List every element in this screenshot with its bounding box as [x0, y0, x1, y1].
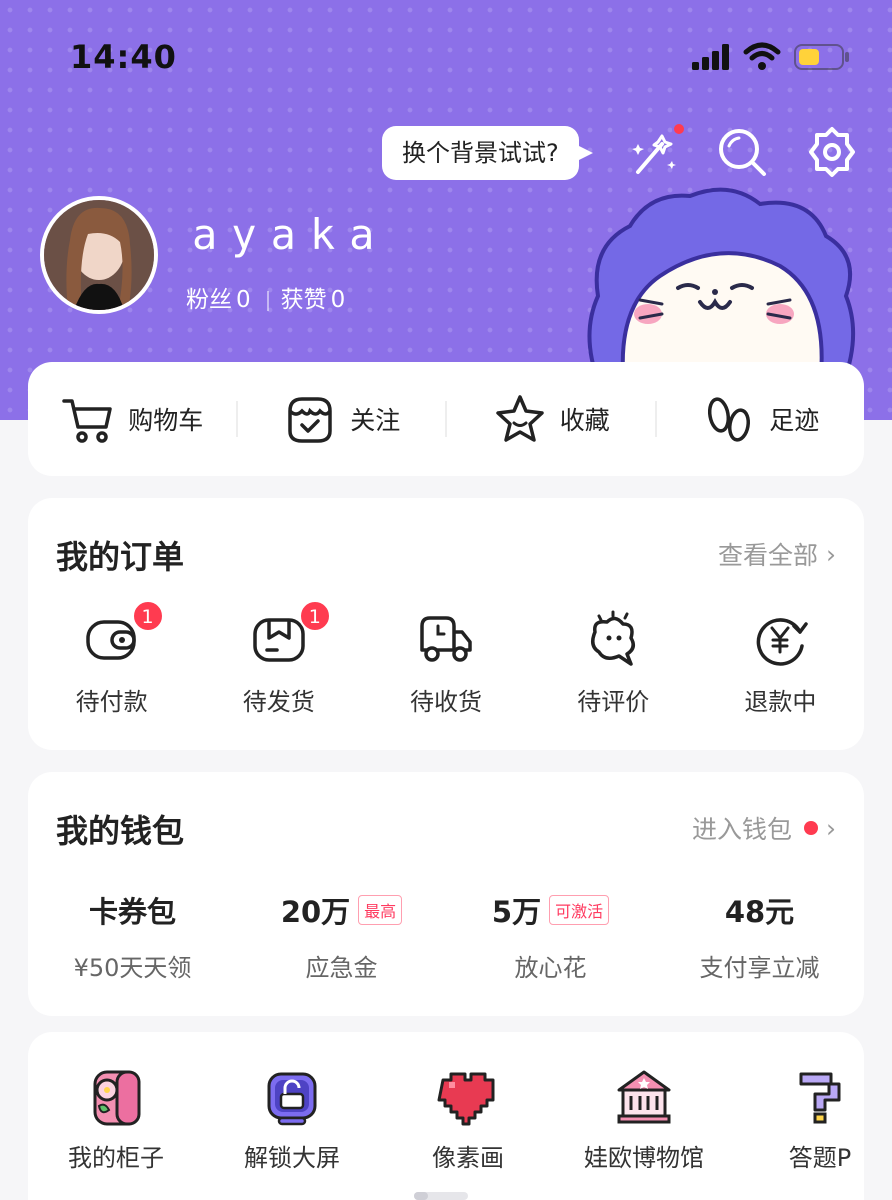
quick-nav-card: 购物车 关注 收藏 足迹 — [28, 362, 864, 476]
wallet-item-credit[interactable]: 5万 可激活 放心花 — [446, 890, 655, 983]
tool-label: 娃欧博物馆 — [584, 1144, 704, 1172]
order-status-label: 待发货 — [242, 688, 315, 716]
mascot-seal-illustration — [587, 187, 856, 386]
tool-label: 像素画 — [432, 1144, 504, 1172]
star-icon — [495, 395, 544, 442]
fans-count[interactable]: 0 — [236, 287, 251, 313]
tool-my-cabinet[interactable]: 我的柜子 — [28, 1066, 204, 1173]
quiz-icon — [799, 1072, 841, 1124]
unlock-screen-icon — [267, 1072, 317, 1126]
order-icon-wrap — [750, 610, 810, 670]
order-icon-wrap — [416, 610, 476, 670]
cabinet-icon — [93, 1070, 141, 1126]
quick-nav-label: 足迹 — [769, 406, 820, 435]
orders-view-all[interactable]: 查看全部 › — [718, 536, 836, 572]
wallet-item-emergency-fund[interactable]: 20万 最高 应急金 — [237, 890, 446, 983]
wallet-label: 支付享立减 — [699, 954, 820, 982]
order-status-label: 待评价 — [577, 688, 650, 716]
wallet-item-coupons[interactable]: 卡券包 ¥50天天领 — [28, 890, 237, 983]
order-status-list: 1 待付款 1 待发货 待收货 待评价 退款中 — [28, 600, 864, 717]
order-icon-wrap — [583, 610, 643, 670]
likes-count[interactable]: 0 — [331, 287, 346, 313]
comment-icon — [591, 610, 636, 666]
username: ayaka — [192, 210, 389, 259]
footprint-icon — [708, 397, 751, 442]
likes-label[interactable]: 获赞 — [281, 287, 327, 313]
chevron-right-icon: › — [826, 813, 836, 843]
quick-nav-favorites[interactable]: 收藏 — [447, 391, 655, 447]
wallet-label: 应急金 — [305, 954, 378, 982]
red-dot — [804, 821, 818, 835]
wallet-value: 5万 — [491, 895, 542, 929]
tool-quiz[interactable]: 答题P — [732, 1066, 864, 1173]
wallet-label: 放心花 — [514, 954, 587, 982]
wallet-item-pay-discount[interactable]: 48元 支付享立减 — [655, 890, 864, 983]
battery-icon — [794, 44, 849, 70]
wallet-value: 20万 — [280, 895, 351, 929]
tool-label: 答题P — [788, 1144, 852, 1172]
orders-title: 我的订单 — [56, 538, 185, 576]
status-time: 14:40 — [70, 38, 177, 76]
wallet-label: ¥50天天领 — [73, 954, 192, 982]
avatar[interactable] — [40, 196, 158, 314]
wallet-value: 卡券包 — [88, 895, 176, 929]
wallet-tag: 最高 — [358, 895, 403, 925]
order-badge: 1 — [298, 600, 331, 632]
view-all-label: 查看全部 — [717, 541, 818, 570]
order-icon-wrap: 1 — [82, 600, 164, 670]
search-icon[interactable] — [714, 124, 770, 180]
orders-card: 我的订单 查看全部 › 1 待付款 1 待发货 待收货 待评价 退款中 — [28, 498, 864, 750]
profile-stats: 粉丝 0 获赞 0 — [186, 280, 349, 314]
order-status-to-receive[interactable]: 待收货 — [362, 610, 529, 717]
tool-museum[interactable]: 娃欧博物馆 — [556, 1066, 732, 1173]
pixel-heart-icon — [437, 1072, 495, 1126]
wallet-card: 我的钱包 进入钱包 › 卡券包 ¥50天天领 20万 最高 应急金 5万 可激活 放心… — [28, 772, 864, 1016]
order-status-label: 退款中 — [744, 688, 817, 716]
refund-yen-icon — [757, 618, 809, 666]
order-status-to-ship[interactable]: 1 待发货 — [195, 600, 362, 717]
order-status-label: 待付款 — [75, 688, 148, 716]
museum-icon — [617, 1070, 671, 1124]
tool-unlock-screen[interactable]: 解锁大屏 — [204, 1066, 380, 1173]
page-indicator — [414, 1192, 468, 1200]
notification-dot — [672, 122, 686, 136]
wallet-items: 卡券包 ¥50天天领 20万 最高 应急金 5万 可激活 放心花 48元 支付享立减 — [28, 890, 864, 983]
stats-divider — [266, 290, 269, 311]
order-status-label: 待收货 — [410, 688, 482, 716]
tool-label: 我的柜子 — [68, 1144, 164, 1172]
wallet-title: 我的钱包 — [56, 812, 185, 850]
wallet-tag: 可激活 — [549, 895, 610, 925]
chevron-right-icon: › — [826, 539, 836, 569]
cart-icon — [62, 399, 112, 443]
signal-icon — [692, 44, 729, 70]
quick-nav-cart[interactable]: 购物车 — [28, 391, 236, 447]
quick-nav-label: 购物车 — [128, 406, 204, 435]
order-badge: 1 — [131, 600, 164, 632]
tool-label: 解锁大屏 — [244, 1144, 340, 1172]
settings-icon[interactable] — [804, 124, 860, 180]
delivery-truck-icon — [420, 616, 472, 662]
wifi-icon — [743, 42, 781, 70]
wallet-value: 48元 — [724, 895, 795, 929]
profile-header: 14:40 换个背景试试? ayaka 粉丝 0 获赞 0 — [0, 0, 892, 420]
fans-label[interactable]: 粉丝 — [186, 287, 232, 313]
order-status-unpaid[interactable]: 1 待付款 — [28, 600, 195, 717]
enter-wallet-label: 进入钱包 — [691, 815, 792, 844]
tools-list: 我的柜子 解锁大屏 像素画 娃欧博物馆 答题P — [28, 1066, 864, 1173]
quick-nav-label: 收藏 — [559, 406, 610, 435]
order-status-refund[interactable]: 退款中 — [697, 610, 864, 717]
change-background-tip[interactable]: 换个背景试试? — [382, 126, 593, 180]
order-icon-wrap: 1 — [249, 600, 331, 670]
order-status-to-review[interactable]: 待评价 — [530, 610, 697, 717]
enter-wallet-link[interactable]: 进入钱包 › — [692, 810, 836, 846]
shop-follow-icon — [288, 397, 332, 443]
tools-card: 我的柜子 解锁大屏 像素画 娃欧博物馆 答题P — [28, 1032, 864, 1200]
quick-nav-history[interactable]: 足迹 — [657, 391, 865, 447]
quick-nav-follow[interactable]: 关注 — [238, 391, 446, 447]
quick-nav-label: 关注 — [350, 406, 401, 435]
avatar-photo — [44, 200, 154, 310]
tool-pixel-art[interactable]: 像素画 — [380, 1066, 556, 1173]
